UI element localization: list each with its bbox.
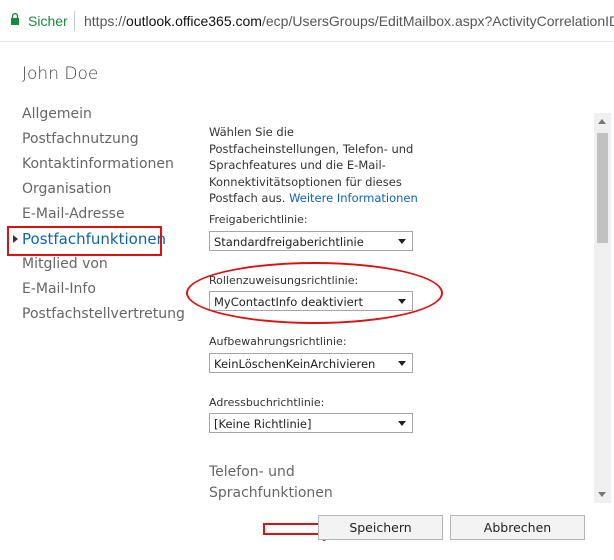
nav-annotation-box (7, 226, 162, 256)
scroll-down-icon[interactable] (598, 492, 606, 497)
retention-policy-select[interactable]: KeinLöschenKeinArchivieren (209, 353, 413, 373)
nav-item-allgemein[interactable]: Allgemein (22, 106, 92, 122)
section-heading-line2: Sprachfunktionen (209, 485, 333, 501)
sharing-policy-value: Standardfreigaberichtlinie (214, 235, 364, 249)
nav-item-email-adresse[interactable]: E-Mail-Adresse (22, 206, 125, 222)
vertical-scrollbar[interactable] (594, 113, 611, 503)
address-book-policy-select[interactable]: [Keine Richtlinie] (209, 413, 413, 433)
role-policy-annotation-ellipse (186, 262, 443, 324)
nav-item-kontaktinformationen[interactable]: Kontaktinformationen (22, 156, 174, 172)
retention-policy-value: KeinLöschenKeinArchivieren (214, 357, 376, 371)
sharing-policy-select[interactable]: Standardfreigaberichtlinie (209, 231, 413, 251)
url-host: outlook.office365.com (126, 13, 262, 29)
save-button[interactable]: Speichern (318, 515, 443, 540)
section-heading-line1: Telefon- und (209, 464, 295, 480)
url-path: /ecp/UsersGroups/EditMailbox.aspx?Activi… (261, 13, 614, 29)
dropdown-arrow-icon (398, 361, 406, 366)
cancel-button[interactable]: Abbrechen (450, 515, 585, 540)
scrollbar-thumb[interactable] (597, 133, 608, 243)
dropdown-arrow-icon (398, 421, 406, 426)
scroll-up-icon[interactable] (598, 119, 606, 124)
page-title: John Doe (22, 64, 99, 84)
address-bar[interactable]: Sicher https://outlook.office365.com/ecp… (0, 0, 614, 42)
dropdown-arrow-icon (398, 239, 406, 244)
address-book-policy-label: Adressbuchrichtlinie: (209, 396, 325, 409)
nav-item-email-info[interactable]: E-Mail-Info (22, 281, 96, 297)
nav-item-mitglied-von[interactable]: Mitglied von (22, 256, 108, 272)
url-prefix: https:// (84, 13, 127, 29)
address-book-policy-value: [Keine Richtlinie] (214, 417, 312, 431)
retention-policy-label: Aufbewahrungsrichtlinie: (209, 335, 347, 348)
nav-item-postfachstellvertretung[interactable]: Postfachstellvertretung (22, 306, 185, 322)
phone-voice-section-heading: Telefon- und Sprachfunktionen (209, 462, 333, 504)
intro-text: Wählen Sie die Postfacheinstellungen, Te… (209, 124, 419, 207)
nav-item-postfachnutzung[interactable]: Postfachnutzung (22, 131, 139, 147)
url-text[interactable]: https://outlook.office365.com/ecp/UsersG… (84, 13, 614, 29)
page: Sicher https://outlook.office365.com/ecp… (0, 0, 614, 560)
address-separator (74, 11, 75, 31)
lock-icon (11, 13, 19, 25)
secure-label: Sicher (28, 13, 68, 29)
sharing-policy-label: Freigaberichtlinie: (209, 213, 308, 226)
more-info-link[interactable]: Weitere Informationen (289, 191, 418, 205)
nav-item-organisation[interactable]: Organisation (22, 181, 111, 197)
